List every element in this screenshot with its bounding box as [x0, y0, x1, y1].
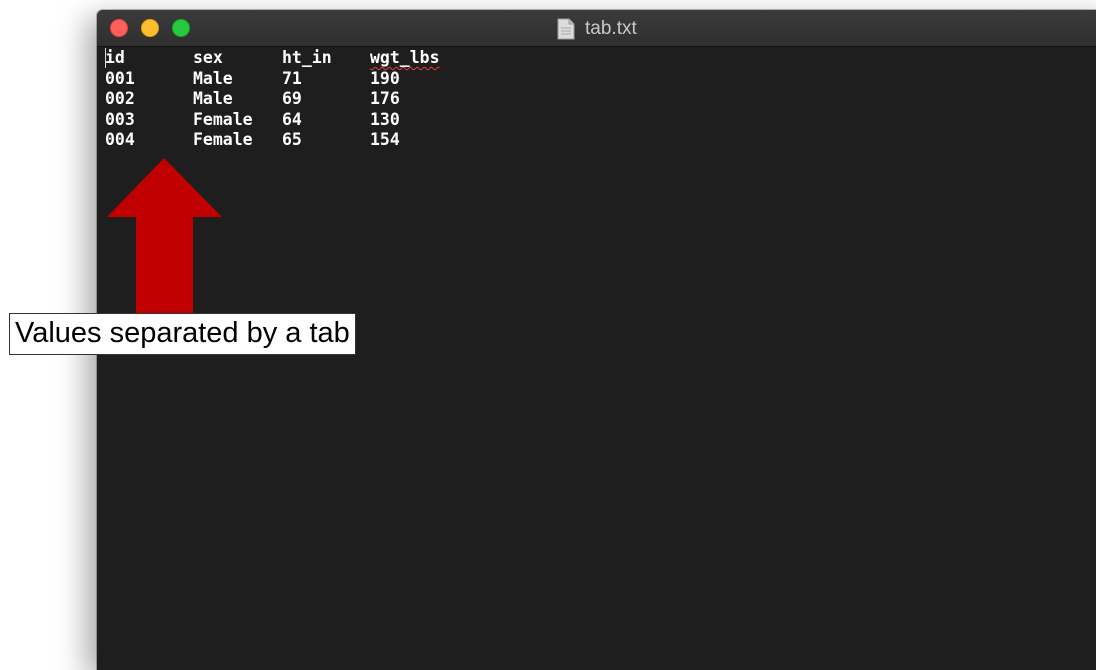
document-icon	[557, 18, 575, 40]
annotation-callout: Values separated by a tab	[9, 313, 356, 355]
header-ht-in: ht_in	[282, 48, 332, 67]
cell-id: 004	[105, 130, 135, 149]
header-id: id	[105, 48, 125, 67]
data-row: 003 Female 64 130	[105, 110, 490, 131]
cell-sex: Female	[193, 130, 253, 149]
data-row: 002 Male 69 176	[105, 89, 490, 110]
cell-id: 002	[105, 89, 135, 108]
file-content[interactable]: id sex ht_in wgt_lbs 001 Male 71 190 002…	[105, 48, 490, 151]
data-row: 001 Male 71 190	[105, 69, 490, 90]
header-row: id sex ht_in wgt_lbs	[105, 48, 490, 69]
cell-ht-in: 69	[282, 89, 302, 108]
zoom-window-button[interactable]	[172, 19, 190, 37]
cell-sex: Male	[193, 89, 233, 108]
data-row: 004 Female 65 154	[105, 130, 490, 151]
window-title-group: tab.txt	[557, 18, 637, 40]
window-title: tab.txt	[585, 18, 637, 39]
cell-ht-in: 65	[282, 130, 302, 149]
cell-wgt-lbs: 154	[370, 130, 400, 149]
cell-wgt-lbs: 190	[370, 68, 400, 88]
cell-ht-in: 71	[282, 68, 302, 88]
cell-ht-in: 64	[282, 109, 302, 129]
close-window-button[interactable]	[110, 19, 128, 37]
header-wgt-lbs: wgt_lbs	[370, 48, 440, 67]
header-sex: sex	[193, 48, 223, 67]
up-arrow-icon	[107, 158, 222, 318]
cell-wgt-lbs: 130	[370, 109, 400, 129]
cell-sex: Male	[193, 68, 233, 88]
title-bar[interactable]: tab.txt	[97, 10, 1096, 47]
cell-id: 003	[105, 109, 135, 129]
cell-id: 001	[105, 68, 135, 88]
cell-sex: Female	[193, 109, 253, 129]
minimize-window-button[interactable]	[141, 19, 159, 37]
cell-wgt-lbs: 176	[370, 89, 400, 108]
